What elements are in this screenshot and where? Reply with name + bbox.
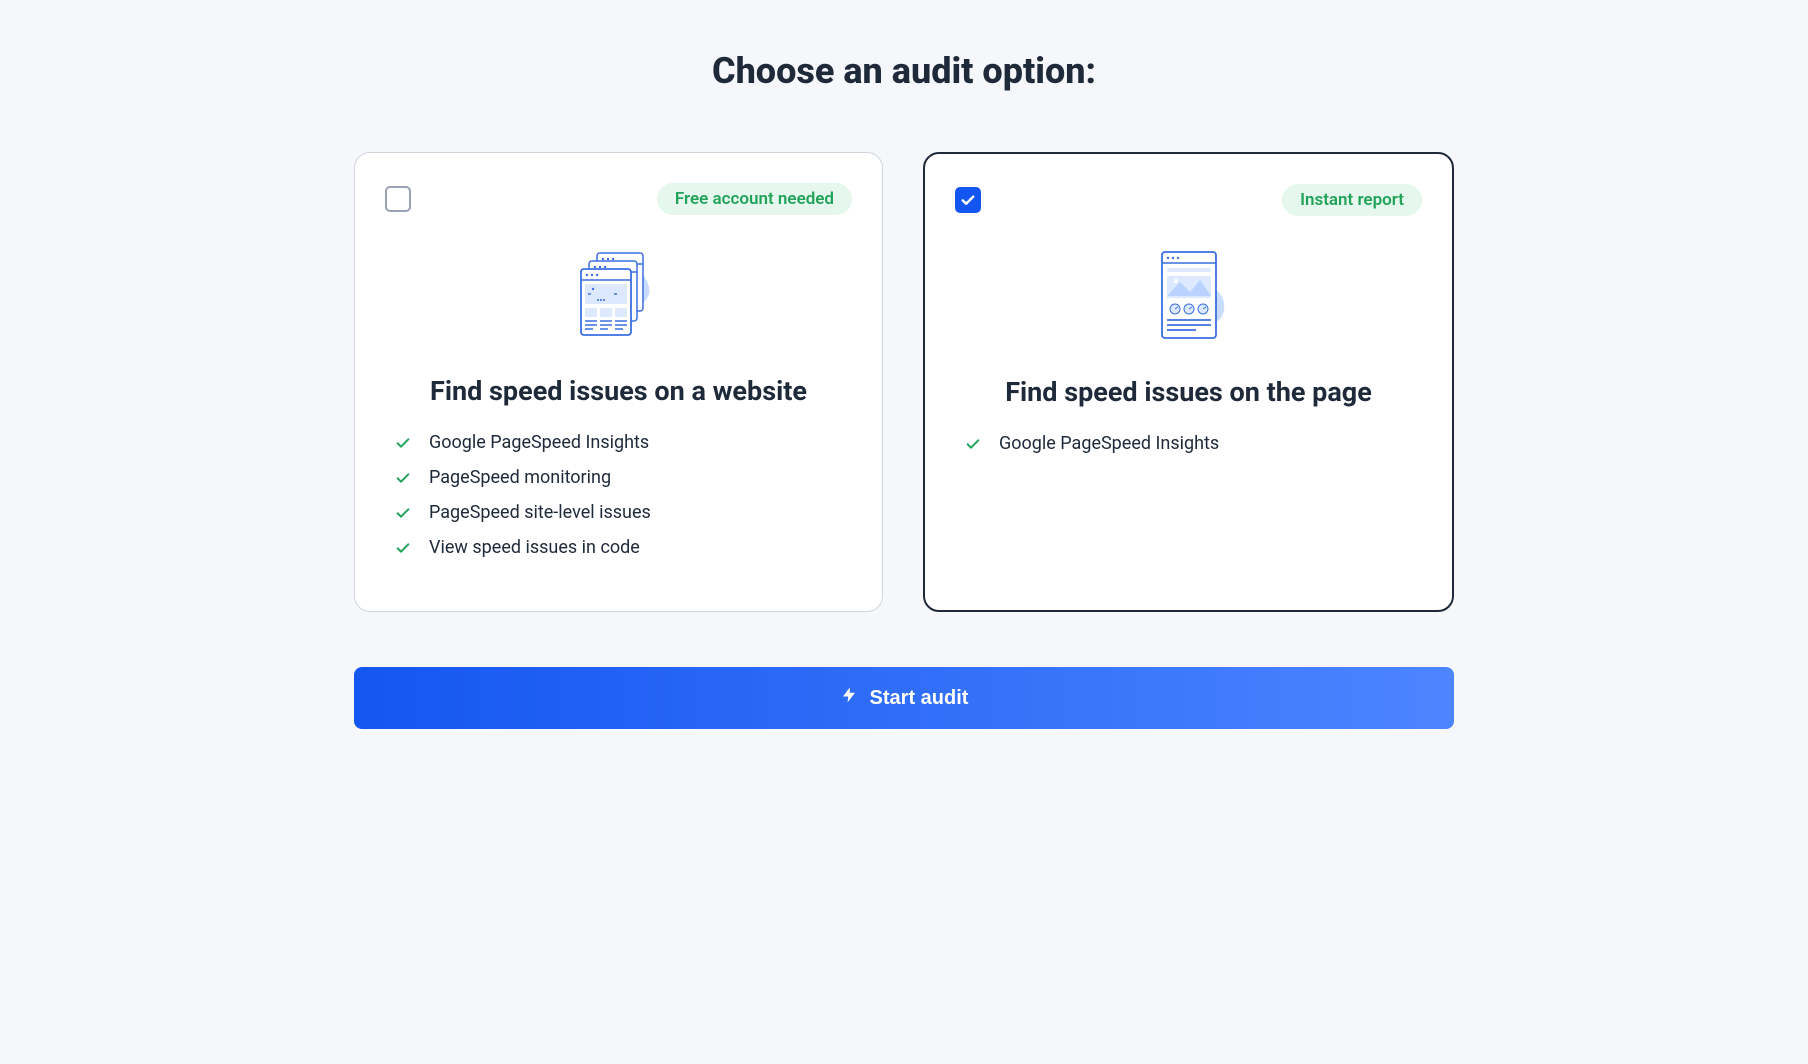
checkbox-checked-icon[interactable] xyxy=(955,187,981,213)
feature-text: PageSpeed site-level issues xyxy=(429,502,651,523)
check-icon xyxy=(395,505,411,521)
features-list-website: Google PageSpeed Insights PageSpeed moni… xyxy=(385,432,852,558)
option-card-page[interactable]: Instant report xyxy=(923,152,1454,612)
option-card-website[interactable]: Free account needed xyxy=(354,152,883,612)
badge-free-account: Free account needed xyxy=(657,183,852,215)
card-header: Instant report xyxy=(955,184,1422,216)
feature-text: Google PageSpeed Insights xyxy=(999,433,1219,454)
page-title: Choose an audit option: xyxy=(354,50,1454,92)
badge-instant-report: Instant report xyxy=(1282,184,1422,216)
start-audit-button[interactable]: Start audit xyxy=(354,667,1454,729)
feature-item: PageSpeed monitoring xyxy=(395,467,842,488)
check-icon xyxy=(395,470,411,486)
page-illustration xyxy=(955,246,1422,346)
feature-item: View speed issues in code xyxy=(395,537,842,558)
check-icon xyxy=(965,436,981,452)
checkbox-unchecked-icon[interactable] xyxy=(385,186,411,212)
feature-item: Google PageSpeed Insights xyxy=(395,432,842,453)
website-illustration xyxy=(385,245,852,345)
feature-text: View speed issues in code xyxy=(429,537,640,558)
feature-text: Google PageSpeed Insights xyxy=(429,432,649,453)
feature-text: PageSpeed monitoring xyxy=(429,467,611,488)
features-list-page: Google PageSpeed Insights xyxy=(955,433,1422,454)
check-icon xyxy=(395,435,411,451)
check-icon xyxy=(395,540,411,556)
card-header: Free account needed xyxy=(385,183,852,215)
feature-item: Google PageSpeed Insights xyxy=(965,433,1412,454)
card-title-website: Find speed issues on a website xyxy=(385,375,852,407)
card-title-page: Find speed issues on the page xyxy=(955,376,1422,408)
bolt-icon xyxy=(840,686,858,710)
options-row: Free account needed xyxy=(354,152,1454,612)
feature-item: PageSpeed site-level issues xyxy=(395,502,842,523)
start-audit-label: Start audit xyxy=(870,687,969,710)
